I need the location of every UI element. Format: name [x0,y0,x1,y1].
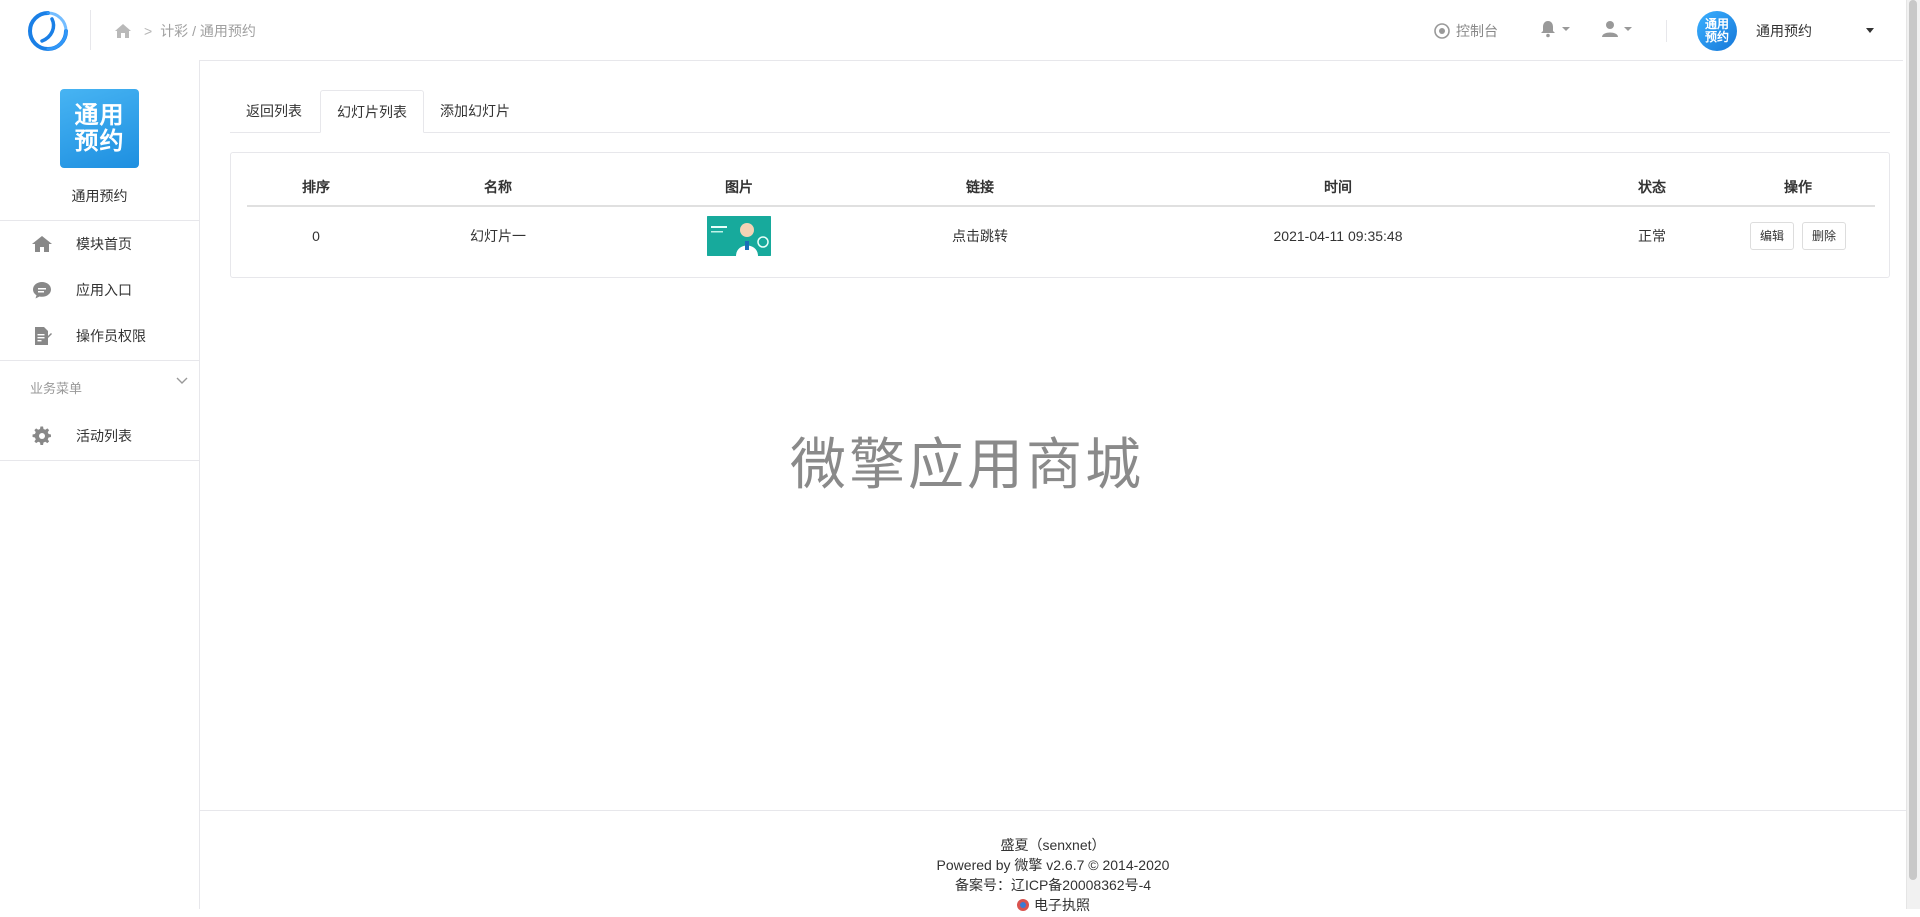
user-menu-dropdown[interactable] [1602,20,1632,38]
menu-group-label[interactable]: 业务菜单 [30,378,82,397]
footer-icp-record[interactable]: 备案号：辽ICP备20008362号-4 [200,875,1906,895]
slides-table-panel: 排序 名称 图片 链接 时间 状态 操作 0 幻灯片一 点击跳转 2021-04… [230,152,1890,278]
app-logo-text: 通用预约 [74,101,125,155]
sidebar-item-module-home[interactable]: 模块首页 [0,221,199,267]
column-header-order: 排序 [247,169,385,207]
chevron-down-icon[interactable] [176,372,188,388]
cell-time: 2021-04-11 09:35:48 [1273,228,1403,244]
badge-icon [1017,899,1029,911]
sidebar-item-label: 活动列表 [76,428,132,444]
slide-thumbnail-image[interactable] [707,216,771,256]
sidebar: 通用预约 通用预约 模块首页 应用入口 操作员权限 业务菜单 活动列表 [0,60,200,909]
document-edit-icon [30,324,54,348]
tab-back-to-list[interactable]: 返回列表 [230,90,318,132]
column-header-image: 图片 [611,169,867,207]
sidebar-divider [0,460,199,461]
caret-down-icon[interactable] [1866,28,1874,33]
console-label: 控制台 [1456,23,1498,39]
footer-divider [200,810,1906,811]
account-avatar[interactable]: 通用预约 [1697,11,1737,51]
account-name[interactable]: 通用预约 [1756,21,1812,41]
sidebar-item-app-entry[interactable]: 应用入口 [0,267,199,313]
watermark-text: 微擎应用商城 [790,433,1144,498]
scrollbar-thumb[interactable] [1909,0,1917,880]
column-header-name: 名称 [385,169,611,207]
column-header-actions: 操作 [1721,169,1875,207]
cell-name: 幻灯片一 [470,228,526,244]
delete-button[interactable]: 删除 [1801,222,1846,250]
app-name: 通用预约 [71,188,128,204]
bell-icon [1541,21,1555,38]
cell-order: 0 [312,228,320,244]
footer-company: 盛夏（senxnet） [1000,837,1106,853]
chevron-right-icon: > [144,23,153,39]
sidebar-item-label: 模块首页 [76,236,132,252]
tab-add-slide[interactable]: 添加幻灯片 [424,90,526,132]
caret-down-icon [1562,27,1570,31]
business-license-label: 电子执照 [1034,897,1090,913]
app-logo: 通用预约 [60,89,139,168]
table-row: 0 幻灯片一 点击跳转 2021-04-11 09:35:48 正常 编辑 删除 [247,206,1875,265]
logo-divider [90,10,91,50]
breadcrumb-path[interactable]: 计彩 / 通用预约 [160,21,256,41]
table-header-row: 排序 名称 图片 链接 时间 状态 操作 [247,169,1875,207]
column-header-status: 状态 [1583,169,1721,207]
cell-actions: 编辑 删除 [1721,206,1875,265]
tab-bar: 返回列表 幻灯片列表 添加幻灯片 [230,90,1890,133]
sidebar-item-operator-permissions[interactable]: 操作员权限 [0,313,199,359]
sidebar-divider [0,360,199,361]
dashboard-icon [1434,23,1450,39]
sidebar-item-activity-list[interactable]: 活动列表 [0,413,199,459]
notifications-dropdown[interactable] [1540,20,1570,38]
cell-image [611,206,867,265]
footer-powered-by: Powered by 微擎 v2.6.7 © 2014-2020 [936,857,1170,873]
home-icon[interactable] [112,20,134,42]
page-footer: 盛夏（senxnet） Powered by 微擎 v2.6.7 © 2014-… [200,835,1906,917]
user-icon [1602,21,1618,37]
sidebar-item-label: 操作员权限 [76,328,146,344]
cell-link[interactable]: 点击跳转 [867,206,1093,265]
topbar-divider [1666,20,1667,42]
business-license-link[interactable]: 电子执照 [1016,895,1090,915]
top-bar: > 计彩 / 通用预约 控制台 通用预约 通用预约 [0,0,1903,61]
brand-logo-icon[interactable] [26,9,70,53]
gear-icon [30,424,54,448]
tab-slide-list[interactable]: 幻灯片列表 [320,90,424,133]
column-header-link: 链接 [867,169,1093,207]
slides-table: 排序 名称 图片 链接 时间 状态 操作 0 幻灯片一 点击跳转 2021-04… [247,169,1875,265]
console-link[interactable]: 控制台 [1434,21,1498,41]
breadcrumb: > 计彩 / 通用预约 [112,19,256,43]
sidebar-item-label: 应用入口 [76,282,132,298]
column-header-time: 时间 [1093,169,1583,207]
status-badge: 正常 [1638,228,1666,244]
edit-button[interactable]: 编辑 [1750,222,1795,250]
chat-icon [30,278,54,302]
home-icon [30,232,54,256]
caret-down-icon [1624,27,1632,31]
